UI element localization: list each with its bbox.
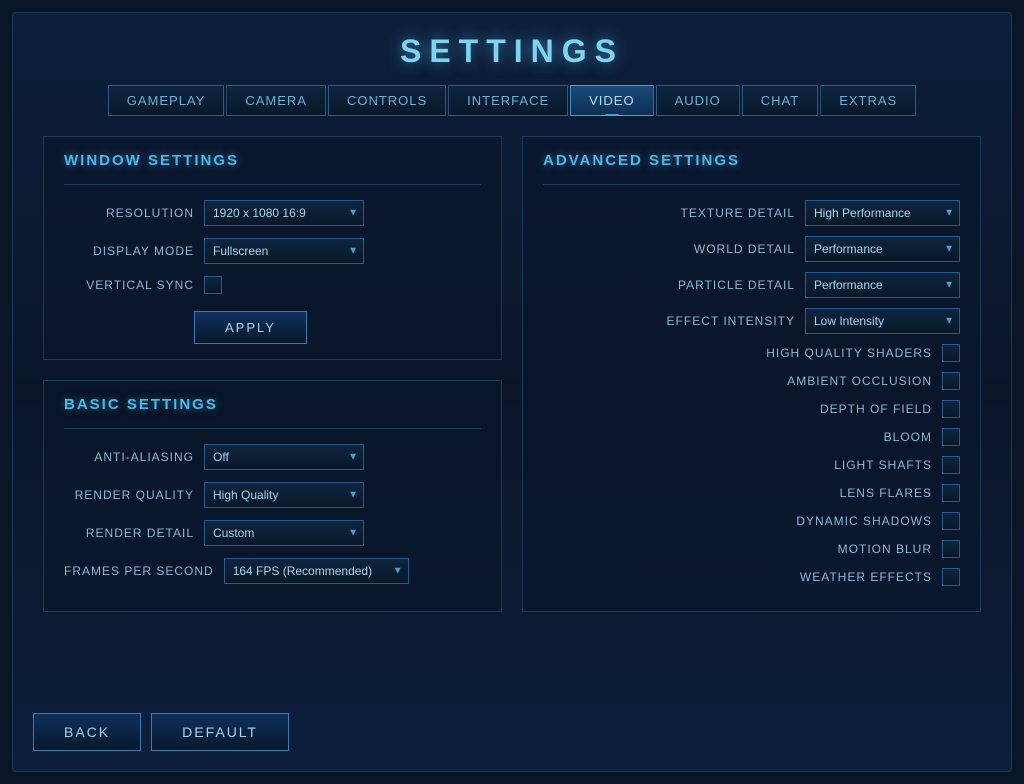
tab-chat[interactable]: CHAT [742,85,818,116]
apply-button[interactable]: APPLY [194,311,307,344]
ambient-occlusion-checkbox[interactable] [942,372,960,390]
ambient-occlusion-label: AMBIENT OCCLUSION [772,374,932,388]
world-detail-label: WORLD DETAIL [635,242,795,256]
display-mode-label: DISPLAY MODE [64,244,194,258]
world-detail-dropdown-wrapper: Performance [805,236,960,262]
resolution-row: RESOLUTION 1920 x 1080 16:9 [64,200,481,226]
default-button[interactable]: DEFAULT [151,713,289,751]
effect-intensity-dropdown-wrapper: Low Intensity [805,308,960,334]
anti-aliasing-dropdown-wrapper: Off [204,444,364,470]
motion-blur-row: MOTION BLUR [543,540,960,558]
fps-row: FRAMES PER SECOND 164 FPS (Recommended) [64,558,481,584]
depth-of-field-checkbox[interactable] [942,400,960,418]
world-detail-dropdown[interactable]: Performance [805,236,960,262]
effect-intensity-row: EFFECT INTENSITY Low Intensity [543,308,960,334]
anti-aliasing-row: ANTI-ALIASING Off [64,444,481,470]
dynamic-shadows-label: DYNAMIC SHADOWS [772,514,932,528]
resolution-label: RESOLUTION [64,206,194,220]
display-mode-dropdown-wrapper: Fullscreen [204,238,364,264]
dynamic-shadows-row: DYNAMIC SHADOWS [543,512,960,530]
fps-label: FRAMES PER SECOND [64,564,214,578]
vertical-sync-label: VERTICAL SYNC [64,278,194,292]
world-detail-row: WORLD DETAIL Performance [543,236,960,262]
render-quality-dropdown-wrapper: High Quality [204,482,364,508]
particle-detail-dropdown[interactable]: Performance [805,272,960,298]
tab-gameplay[interactable]: GAMEPLAY [108,85,225,116]
depth-of-field-row: DEPTH OF FIELD [543,400,960,418]
high-quality-shaders-label: HIGH QUALITY SHADERS [766,346,932,360]
fps-dropdown[interactable]: 164 FPS (Recommended) [224,558,409,584]
tabs-row: GAMEPLAY CAMERA CONTROLS INTERFACE VIDEO… [33,85,991,116]
content-area: WINDOW SETTINGS RESOLUTION 1920 x 1080 1… [33,136,991,612]
texture-detail-row: TEXTURE DETAIL High Performance [543,200,960,226]
tab-audio[interactable]: AUDIO [656,85,740,116]
basic-settings-section: BASIC SETTINGS ANTI-ALIASING Off RENDER … [43,380,502,612]
vertical-sync-row: VERTICAL SYNC [64,276,481,294]
render-detail-label: RENDER DETAIL [64,526,194,540]
tab-interface[interactable]: INTERFACE [448,85,568,116]
particle-detail-label: PARTICLE DETAIL [635,278,795,292]
tab-extras[interactable]: EXTRAS [820,85,916,116]
high-quality-shaders-checkbox[interactable] [942,344,960,362]
anti-aliasing-label: ANTI-ALIASING [64,450,194,464]
render-detail-row: RENDER DETAIL Custom [64,520,481,546]
effect-intensity-label: EFFECT INTENSITY [635,314,795,328]
tab-video[interactable]: VIDEO [570,85,653,116]
light-shafts-checkbox[interactable] [942,456,960,474]
lens-flares-label: LENS FLARES [772,486,932,500]
render-detail-dropdown[interactable]: Custom [204,520,364,546]
left-panel: WINDOW SETTINGS RESOLUTION 1920 x 1080 1… [43,136,502,612]
effect-intensity-dropdown[interactable]: Low Intensity [805,308,960,334]
bottom-buttons: BACK DEFAULT [33,713,289,751]
fps-dropdown-wrapper: 164 FPS (Recommended) [224,558,409,584]
bloom-label: BLOOM [772,430,932,444]
light-shafts-row: LIGHT SHAFTS [543,456,960,474]
depth-of-field-label: DEPTH OF FIELD [772,402,932,416]
basic-settings-title: BASIC SETTINGS [64,396,481,413]
texture-detail-dropdown-wrapper: High Performance [805,200,960,226]
weather-effects-label: WEATHER EFFECTS [772,570,932,584]
weather-effects-row: WEATHER EFFECTS [543,568,960,586]
lens-flares-row: LENS FLARES [543,484,960,502]
back-button[interactable]: BACK [33,713,141,751]
settings-panel: SETTINGS GAMEPLAY CAMERA CONTROLS INTERF… [12,12,1012,772]
tab-camera[interactable]: CAMERA [226,85,326,116]
light-shafts-label: LIGHT SHAFTS [772,458,932,472]
apply-button-row: APPLY [64,306,481,344]
weather-effects-checkbox[interactable] [942,568,960,586]
texture-detail-label: TEXTURE DETAIL [635,206,795,220]
vertical-sync-checkbox[interactable] [204,276,222,294]
window-settings-section: WINDOW SETTINGS RESOLUTION 1920 x 1080 1… [43,136,502,360]
resolution-dropdown-wrapper: 1920 x 1080 16:9 [204,200,364,226]
render-quality-dropdown[interactable]: High Quality [204,482,364,508]
ambient-occlusion-row: AMBIENT OCCLUSION [543,372,960,390]
dynamic-shadows-checkbox[interactable] [942,512,960,530]
motion-blur-checkbox[interactable] [942,540,960,558]
bloom-checkbox[interactable] [942,428,960,446]
particle-detail-row: PARTICLE DETAIL Performance [543,272,960,298]
lens-flares-checkbox[interactable] [942,484,960,502]
display-mode-dropdown[interactable]: Fullscreen [204,238,364,264]
resolution-dropdown[interactable]: 1920 x 1080 16:9 [204,200,364,226]
page-title: SETTINGS [33,23,991,85]
vertical-sync-checkbox-wrapper [204,276,222,294]
high-quality-shaders-row: HIGH QUALITY SHADERS [543,344,960,362]
particle-detail-dropdown-wrapper: Performance [805,272,960,298]
texture-detail-dropdown[interactable]: High Performance [805,200,960,226]
bloom-row: BLOOM [543,428,960,446]
render-quality-row: RENDER QUALITY High Quality [64,482,481,508]
window-settings-title: WINDOW SETTINGS [64,152,481,169]
motion-blur-label: MOTION BLUR [772,542,932,556]
render-detail-dropdown-wrapper: Custom [204,520,364,546]
anti-aliasing-dropdown[interactable]: Off [204,444,364,470]
advanced-settings-title: ADVANCED SETTINGS [543,152,960,169]
right-panel: ADVANCED SETTINGS TEXTURE DETAIL High Pe… [522,136,981,612]
advanced-settings-section: ADVANCED SETTINGS TEXTURE DETAIL High Pe… [522,136,981,612]
display-mode-row: DISPLAY MODE Fullscreen [64,238,481,264]
tab-controls[interactable]: CONTROLS [328,85,446,116]
render-quality-label: RENDER QUALITY [64,488,194,502]
